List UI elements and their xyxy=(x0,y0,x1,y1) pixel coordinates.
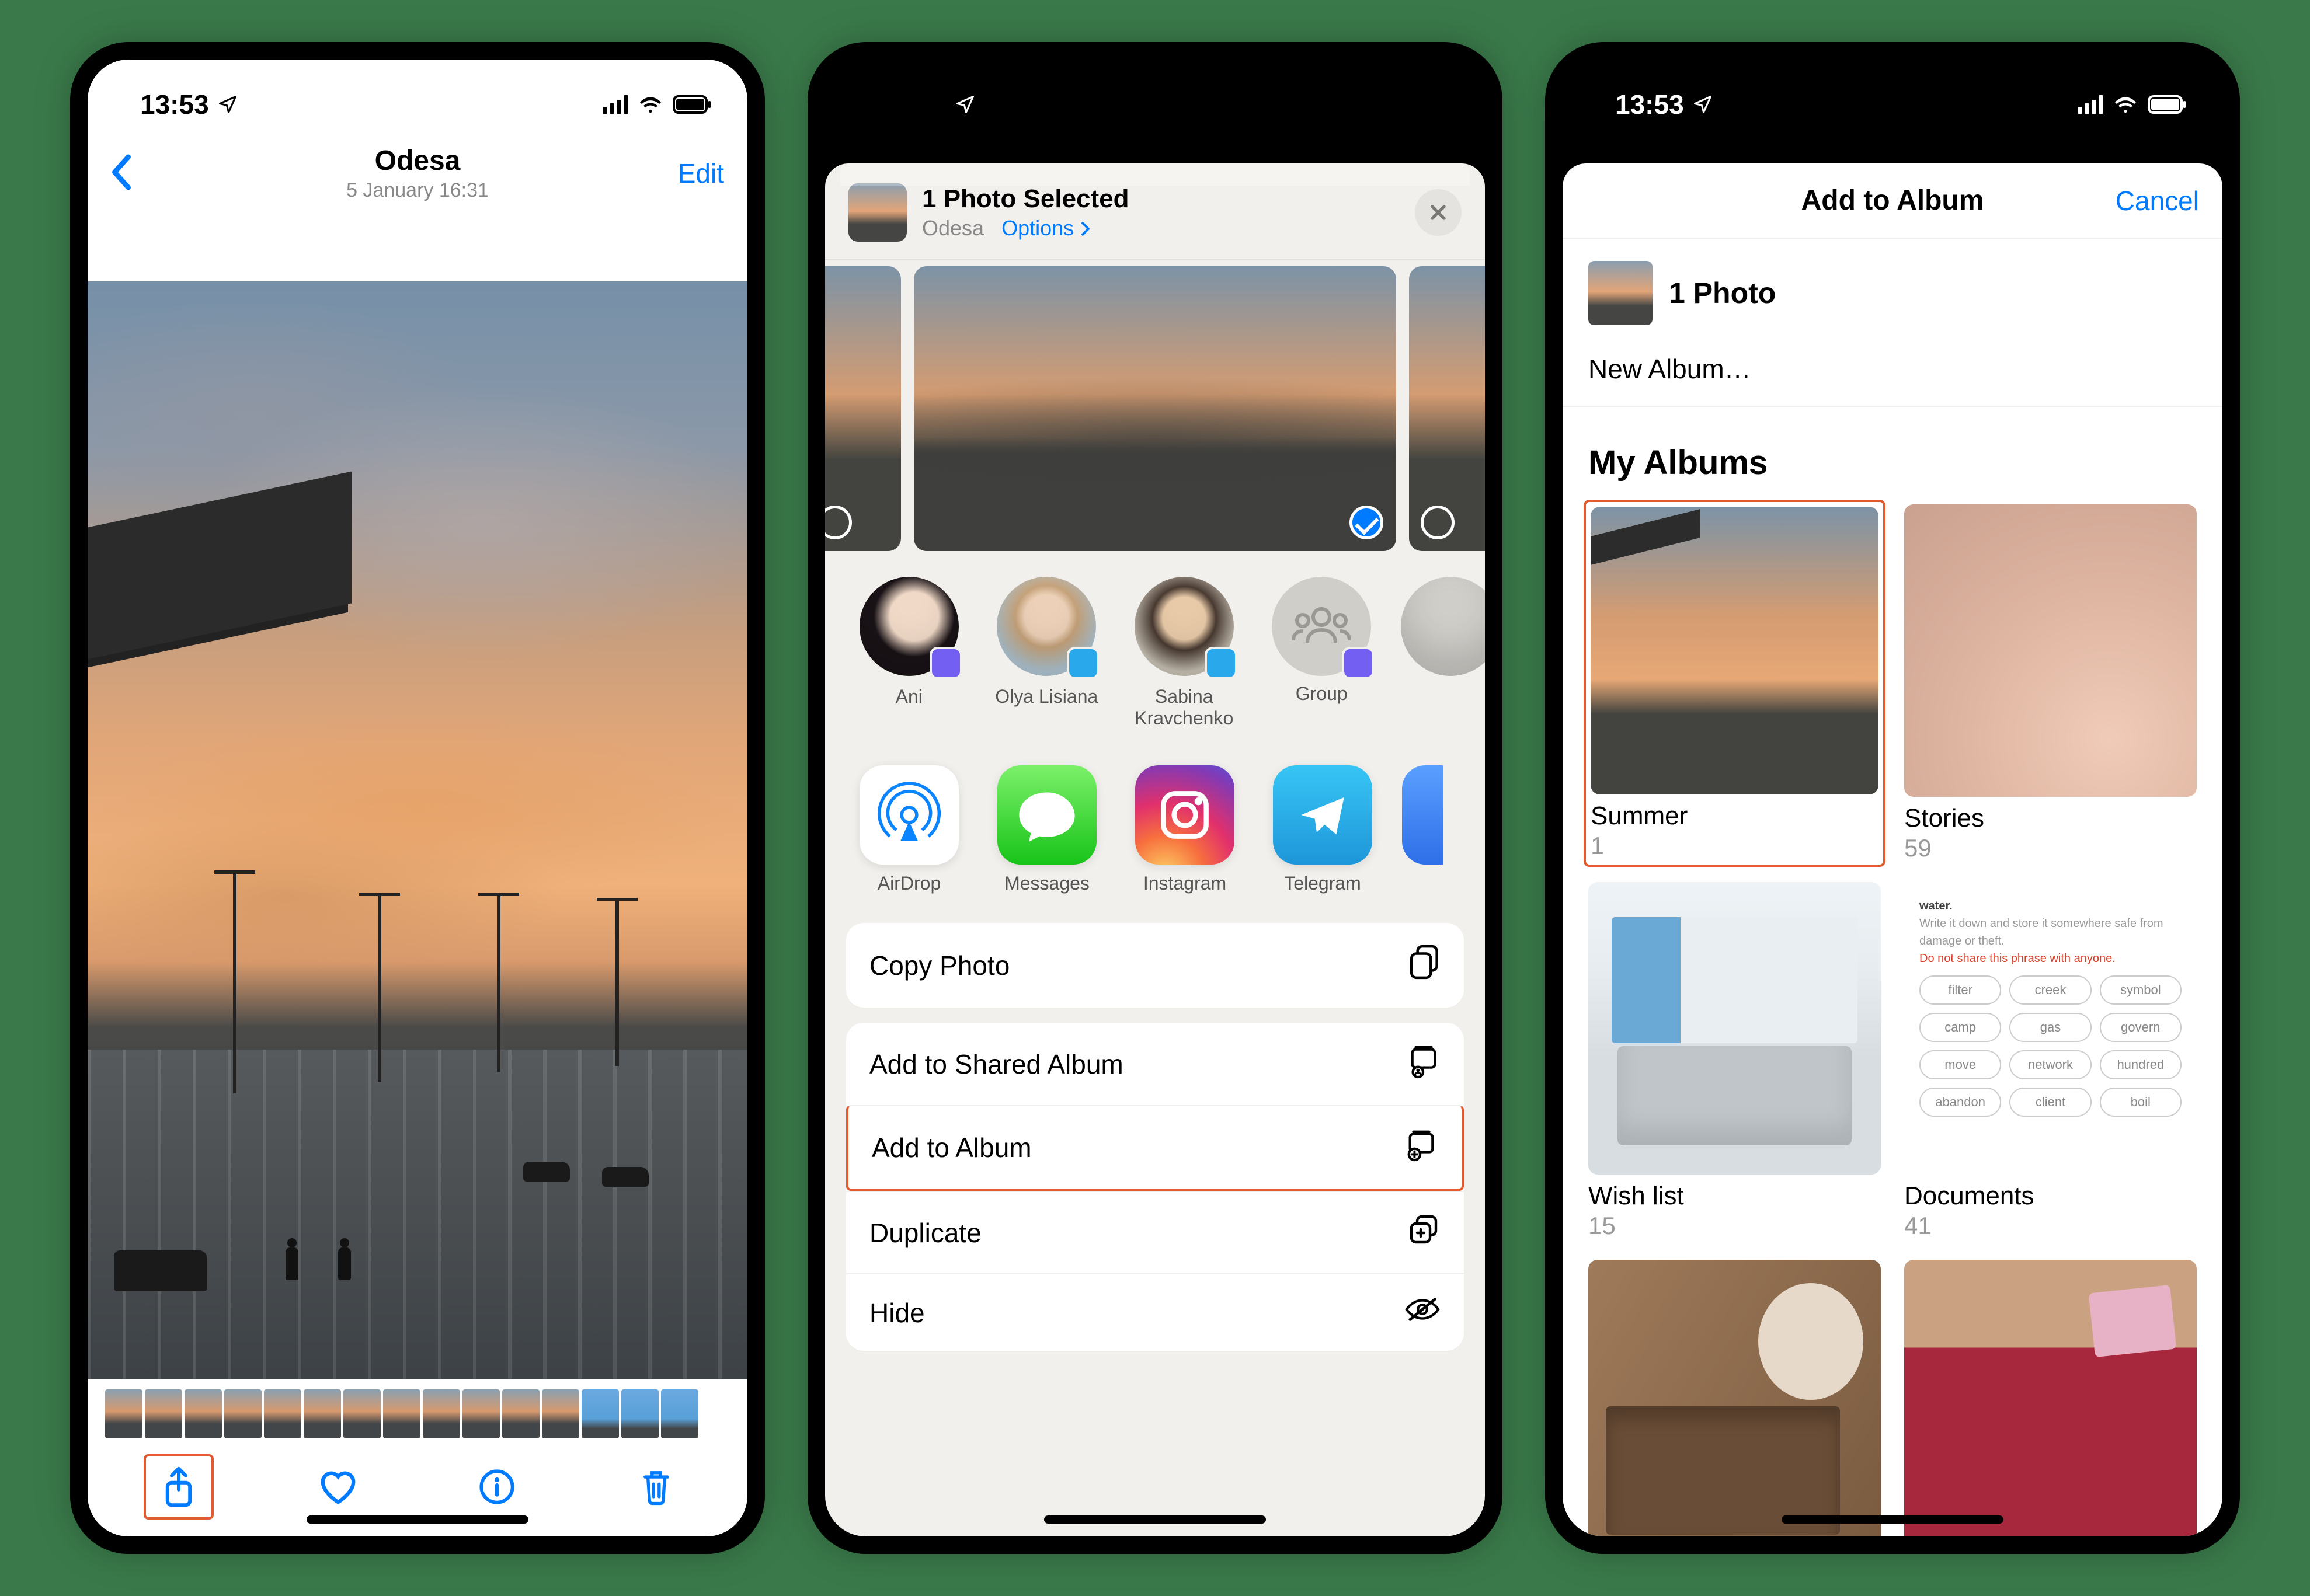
section-my-albums: My Albums xyxy=(1563,407,2222,492)
action-hide[interactable]: Hide xyxy=(846,1273,1464,1351)
album-thumbnail xyxy=(1588,1260,1881,1536)
contact-more[interactable] xyxy=(1401,577,1459,729)
share-sheet: 1 Photo Selected Odesa Options xyxy=(825,163,1485,1536)
avatar xyxy=(1401,577,1485,676)
wifi-icon xyxy=(2113,95,2138,114)
album-picker-sheet: Add to Album Cancel 1 Photo New Album… M… xyxy=(1563,163,2222,1536)
avatar xyxy=(997,577,1096,676)
instagram-icon xyxy=(1135,765,1234,865)
close-button[interactable] xyxy=(1415,189,1462,236)
album-icon xyxy=(1404,1127,1438,1168)
app-messages[interactable]: Messages xyxy=(989,765,1105,894)
telegram-badge-icon xyxy=(1067,647,1100,679)
share-apps-row[interactable]: AirDrop Messages Instagram xyxy=(825,742,1485,924)
contact-group[interactable]: Group xyxy=(1264,577,1380,729)
action-copy-photo[interactable]: Copy Photo xyxy=(846,923,1464,1008)
new-album-button[interactable]: New Album… xyxy=(1563,347,2222,407)
duplicate-icon xyxy=(1408,1213,1441,1252)
contact-sabina[interactable]: Sabina Kravchenko xyxy=(1126,577,1243,729)
album-extra-1[interactable] xyxy=(1588,1260,1881,1536)
copy-icon xyxy=(1409,944,1441,987)
airdrop-icon xyxy=(860,765,959,865)
action-duplicate[interactable]: Duplicate xyxy=(846,1191,1464,1273)
home-indicator[interactable] xyxy=(307,1515,528,1524)
shared-album-icon xyxy=(1407,1044,1441,1084)
phone-2: 13:53 1 Photo Selected Odesa xyxy=(808,42,1502,1554)
album-extra-2[interactable] xyxy=(1904,1260,2197,1536)
contact-ani[interactable]: Ani xyxy=(851,577,968,729)
trash-button[interactable] xyxy=(621,1466,691,1507)
share-actions: Copy Photo Add to Shared Album xyxy=(825,923,1485,1436)
selection-count: 1 Photo xyxy=(1669,276,1776,310)
share-contacts-row[interactable]: Ani Olya Lisiana Sabina Kravchenko xyxy=(825,564,1485,742)
telegram-icon xyxy=(1273,765,1372,865)
battery-icon xyxy=(2148,95,2187,114)
share-photo-next[interactable] xyxy=(1409,266,1485,551)
doc-chips: filtercreeksymbol campgasgovern movenetw… xyxy=(1919,975,2182,1117)
status-bar: 13:53 xyxy=(88,60,747,135)
sheet-title: Add to Album xyxy=(1679,184,2106,217)
photo-subtitle: 5 January 16:31 xyxy=(181,179,654,202)
telegram-badge-icon xyxy=(1205,647,1237,679)
album-thumbnail xyxy=(1904,1260,2197,1536)
album-thumbnail: water. Write it down and store it somewh… xyxy=(1904,882,2197,1175)
selection-thumbnail xyxy=(1588,261,1653,325)
album-summer[interactable]: Summer 1 xyxy=(1584,500,1885,867)
messages-icon xyxy=(997,765,1097,865)
photo-strip[interactable] xyxy=(88,1379,747,1449)
album-documents[interactable]: water. Write it down and store it somewh… xyxy=(1904,882,2197,1240)
app-airdrop[interactable]: AirDrop xyxy=(851,765,968,894)
cellular-icon xyxy=(603,95,628,114)
album-stories[interactable]: Stories 59 xyxy=(1904,504,2197,862)
back-button[interactable] xyxy=(111,155,181,192)
battery-icon xyxy=(673,95,712,114)
favorite-button[interactable] xyxy=(303,1468,373,1506)
avatar xyxy=(1135,577,1234,676)
avatar xyxy=(860,577,959,676)
status-time: 13:53 xyxy=(1615,89,1684,120)
album-thumbnail xyxy=(1588,882,1881,1175)
status-bar: 13:53 xyxy=(1563,60,2222,135)
app-instagram[interactable]: Instagram xyxy=(1126,765,1243,894)
action-add-shared-album[interactable]: Add to Shared Album xyxy=(846,1023,1464,1105)
viber-badge-icon xyxy=(930,647,962,679)
app-telegram[interactable]: Telegram xyxy=(1264,765,1381,894)
photo-viewer[interactable] xyxy=(88,281,747,1379)
status-time: 13:53 xyxy=(140,89,209,120)
wifi-icon xyxy=(638,95,663,114)
cellular-icon xyxy=(2078,95,2103,114)
share-location: Odesa xyxy=(922,216,984,240)
home-indicator[interactable] xyxy=(1044,1515,1266,1524)
photo-title: Odesa xyxy=(181,145,654,177)
contact-olya[interactable]: Olya Lisiana xyxy=(989,577,1105,729)
edit-button[interactable]: Edit xyxy=(654,158,724,189)
share-photo-prev[interactable] xyxy=(825,266,901,551)
action-add-to-album[interactable]: Add to Album xyxy=(846,1105,1464,1191)
album-thumbnail xyxy=(1904,504,2197,797)
phone-3: 13:53 Add to Album Cancel 1 Photo xyxy=(1545,42,2240,1554)
location-icon xyxy=(217,94,238,115)
hide-icon xyxy=(1404,1295,1441,1330)
share-photo-selected[interactable] xyxy=(914,266,1396,551)
info-button[interactable] xyxy=(462,1468,532,1506)
location-icon xyxy=(1692,94,1713,115)
share-options-button[interactable]: Options xyxy=(1001,216,1091,240)
nav-bar: Odesa 5 January 16:31 Edit xyxy=(88,135,747,211)
share-button[interactable] xyxy=(144,1454,214,1520)
share-photo-scroller[interactable] xyxy=(825,260,1485,564)
phone-1: 13:53 Odesa 5 January 16:31 Edit xyxy=(70,42,765,1554)
share-thumbnail xyxy=(848,183,907,242)
home-indicator[interactable] xyxy=(1782,1515,2003,1524)
album-wish-list[interactable]: Wish list 15 xyxy=(1588,882,1881,1240)
group-icon xyxy=(1272,577,1371,676)
app-more[interactable] xyxy=(1402,765,1443,865)
viber-badge-icon xyxy=(1342,647,1375,679)
cancel-button[interactable]: Cancel xyxy=(2106,185,2199,217)
share-title: 1 Photo Selected xyxy=(922,184,1400,214)
location-icon xyxy=(955,94,976,115)
album-thumbnail xyxy=(1591,507,1878,794)
